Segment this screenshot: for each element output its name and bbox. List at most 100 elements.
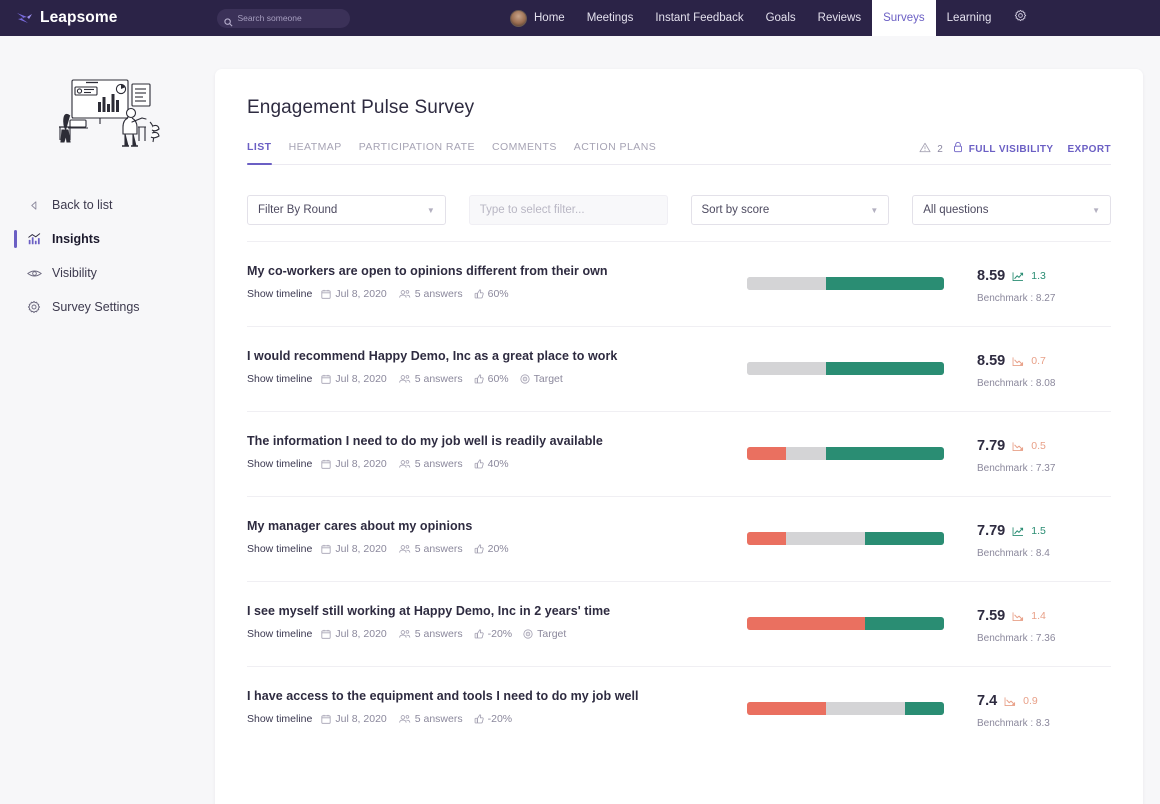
nav-item-goals[interactable]: Goals xyxy=(755,0,807,36)
insight-tabs: LIST HEATMAP PARTICIPATION RATE COMMENTS… xyxy=(247,141,1111,165)
question-scope-select[interactable]: All questions ▼ xyxy=(912,195,1111,225)
nav-item-surveys[interactable]: Surveys xyxy=(872,0,936,36)
sidebar-item-back-to-list[interactable]: Back to list xyxy=(0,188,215,222)
question-answers: 5 answers xyxy=(398,713,463,725)
question-answers-label: 5 answers xyxy=(414,628,463,640)
lock-icon xyxy=(953,140,963,158)
show-timeline-link[interactable]: Show timeline xyxy=(247,458,312,470)
benchmark-value: Benchmark : 8.27 xyxy=(977,293,1056,304)
question-target-label: Target xyxy=(533,373,563,385)
tab-label-action-plans: ACTION PLANS xyxy=(573,141,657,153)
survey-insights-illustration xyxy=(59,79,160,147)
score-bar-wrapper xyxy=(747,604,947,630)
question-date-label: Jul 8, 2020 xyxy=(335,458,387,470)
tab-action-plans[interactable]: ACTION PLANS xyxy=(574,141,656,155)
nav-item-settings[interactable] xyxy=(1002,0,1039,36)
sidebar-label-insights: Insights xyxy=(52,232,100,246)
show-timeline-link[interactable]: Show timeline xyxy=(247,543,312,555)
search-box[interactable] xyxy=(217,8,351,28)
tab-label-comments: COMMENTS xyxy=(491,141,557,153)
trend-down-icon xyxy=(1012,441,1024,452)
score-bar-segment-positive xyxy=(904,702,944,715)
score-bar-wrapper xyxy=(747,434,947,460)
question-target-label: Target xyxy=(537,628,567,640)
score-bar-segment-positive xyxy=(825,447,944,460)
chevron-down-icon: ▼ xyxy=(870,205,879,215)
score-bar xyxy=(747,277,944,290)
brand-logo[interactable]: Leapsome xyxy=(16,9,117,27)
tab-comments[interactable]: COMMENTS xyxy=(492,141,557,155)
question-target: Target xyxy=(520,373,563,385)
score-value: 8.59 xyxy=(977,268,1006,284)
tab-heatmap[interactable]: HEATMAP xyxy=(289,141,342,155)
question-answers-label: 5 answers xyxy=(414,713,463,725)
sidebar-item-survey-settings[interactable]: Survey Settings xyxy=(0,290,215,324)
sort-by-select[interactable]: Sort by score ▼ xyxy=(690,195,890,225)
question-meta: Show timeline Jul 8, 2020 5 answers 60% xyxy=(247,288,747,300)
leapsome-logo-icon xyxy=(16,10,34,26)
score-line: 7.79 1.5 xyxy=(977,523,1111,539)
nav-item-reviews[interactable]: Reviews xyxy=(807,0,872,36)
show-timeline-link[interactable]: Show timeline xyxy=(247,288,312,300)
question-info: I would recommend Happy Demo, Inc as a g… xyxy=(247,349,747,385)
question-answers-label: 5 answers xyxy=(414,458,463,470)
question-text: The information I need to do my job well… xyxy=(247,434,603,448)
question-date: Jul 8, 2020 xyxy=(321,458,387,470)
nav-item-home[interactable]: Home xyxy=(510,0,576,36)
nav-label-reviews: Reviews xyxy=(817,12,862,24)
benchmark-value: Benchmark : 8.08 xyxy=(977,378,1056,389)
people-icon xyxy=(398,459,411,469)
filter-search-field[interactable] xyxy=(468,195,668,225)
search-input[interactable] xyxy=(237,13,344,23)
warning-triangle-icon xyxy=(919,140,931,158)
score-bar-segment-positive xyxy=(825,362,944,375)
sidebar-item-insights[interactable]: Insights xyxy=(0,222,215,256)
tab-participation-rate[interactable]: PARTICIPATION RATE xyxy=(359,141,475,155)
nav-item-learning[interactable]: Learning xyxy=(936,0,1003,36)
search-icon xyxy=(224,14,233,26)
score-line: 7.79 0.5 xyxy=(977,438,1111,454)
question-text: I would recommend Happy Demo, Inc as a g… xyxy=(247,349,618,363)
score-bar xyxy=(747,702,944,715)
calendar-icon xyxy=(321,459,331,469)
score-bar-segment-neutral xyxy=(825,702,905,715)
thumbs-up-icon xyxy=(474,374,484,384)
target-icon xyxy=(523,629,533,639)
people-icon xyxy=(398,714,411,724)
filter-search-input[interactable] xyxy=(479,204,657,216)
show-timeline-link[interactable]: Show timeline xyxy=(247,373,312,385)
nav-label-surveys: Surveys xyxy=(883,12,925,24)
calendar-icon xyxy=(321,629,331,639)
question-info: My manager cares about my opinions Show t… xyxy=(247,519,747,555)
question-date: Jul 8, 2020 xyxy=(321,373,387,385)
full-visibility-button[interactable]: FULL VISIBILITY xyxy=(969,144,1054,155)
question-answers: 5 answers xyxy=(398,628,463,640)
sidebar-item-visibility[interactable]: Visibility xyxy=(0,256,215,290)
nav-item-meetings[interactable]: Meetings xyxy=(576,0,645,36)
question-text: My co-workers are open to opinions diffe… xyxy=(247,264,608,278)
trend-value: 0.9 xyxy=(1023,695,1038,707)
score-block: 7.59 1.4 Benchmark : 7.36 xyxy=(947,604,1111,644)
export-button[interactable]: EXPORT xyxy=(1067,144,1111,155)
question-row: My manager cares about my opinions Show t… xyxy=(247,496,1111,581)
trend-value: 1.3 xyxy=(1031,270,1046,282)
people-icon xyxy=(398,544,411,554)
chevron-down-icon: ▼ xyxy=(1092,205,1100,215)
score-value: 7.79 xyxy=(977,438,1006,454)
filter-by-round-select[interactable]: Filter By Round ▼ xyxy=(247,195,446,225)
show-timeline-link[interactable]: Show timeline xyxy=(247,713,312,725)
trend-value: 0.7 xyxy=(1031,355,1046,367)
user-avatar[interactable] xyxy=(510,9,527,27)
question-info: I see myself still working at Happy Demo… xyxy=(247,604,747,640)
question-target: Target xyxy=(523,628,566,640)
thumbs-up-icon xyxy=(474,714,484,724)
tab-list[interactable]: LIST xyxy=(247,141,272,165)
score-bar xyxy=(747,532,944,545)
show-timeline-link[interactable]: Show timeline xyxy=(247,628,312,640)
question-favorability-label: -20% xyxy=(487,628,513,640)
nav-item-instant-feedback[interactable]: Instant Feedback xyxy=(644,0,754,36)
gear-icon xyxy=(26,300,42,314)
question-date: Jul 8, 2020 xyxy=(321,713,387,725)
filter-by-round-value: Filter By Round xyxy=(258,204,338,216)
trend-down-icon xyxy=(1012,611,1024,622)
